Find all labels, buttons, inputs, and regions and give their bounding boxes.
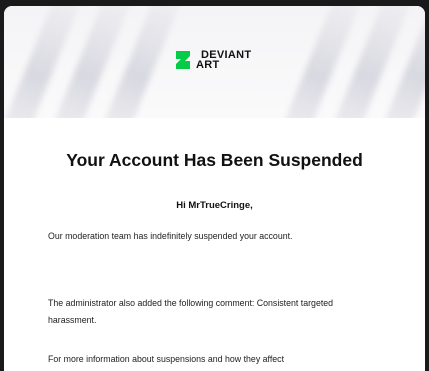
deviantart-logo-text: DEVIANT ART [196, 50, 251, 71]
email-viewer: DEVIANT ART Your Account Has Been Suspen… [0, 0, 429, 371]
email-paragraph: Our moderation team has indefinitely sus… [48, 231, 293, 241]
email-header-banner: DEVIANT ART [4, 6, 425, 118]
email-title: Your Account Has Been Suspended [66, 150, 363, 170]
email-card: DEVIANT ART Your Account Has Been Suspen… [4, 6, 425, 371]
email-paragraph: The administrator also added the followi… [48, 298, 334, 325]
email-paragraph: For more information about suspensions a… [48, 354, 285, 364]
deviantart-logo-icon [174, 50, 192, 70]
deviantart-logo[interactable]: DEVIANT ART [174, 50, 251, 71]
logo-text-line2: ART [196, 59, 220, 71]
email-greeting: Hi MrTrueCringe, [176, 200, 253, 211]
